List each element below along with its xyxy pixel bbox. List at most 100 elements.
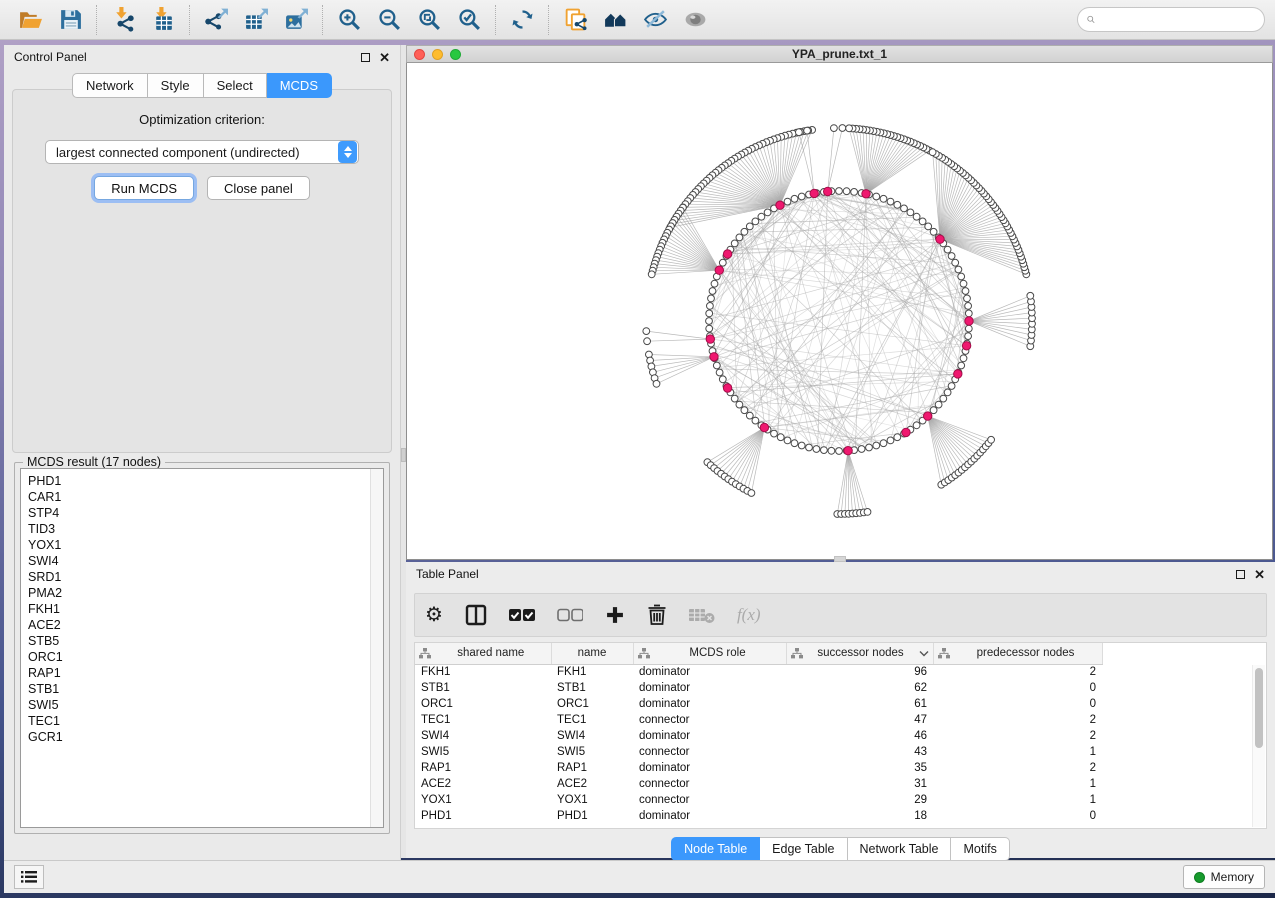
mcds-result-node[interactable]: GCR1: [28, 729, 370, 745]
table-scrollbar-thumb[interactable]: [1255, 668, 1263, 748]
network-titlebar[interactable]: YPA_prune.txt_1: [406, 45, 1273, 63]
table-row[interactable]: STB1STB1dominator620: [415, 680, 1260, 696]
mcds-hub-node[interactable]: [715, 266, 723, 274]
run-mcds-button[interactable]: Run MCDS: [94, 176, 194, 200]
tab-mcds[interactable]: MCDS: [267, 73, 332, 98]
refresh-view-button[interactable]: [502, 3, 542, 37]
table-row[interactable]: ORC1ORC1dominator610: [415, 696, 1260, 712]
mcds-hub-node[interactable]: [902, 428, 910, 436]
tab-style[interactable]: Style: [148, 73, 204, 98]
import-network-button[interactable]: [103, 3, 143, 37]
show-hidden-button[interactable]: [675, 3, 715, 37]
zoom-fit-button[interactable]: [409, 3, 449, 37]
delete-entry-icon[interactable]: [647, 604, 667, 626]
mcds-result-node[interactable]: PMA2: [28, 585, 370, 601]
show-columns-icon[interactable]: [465, 604, 487, 626]
mcds-result-node[interactable]: CAR1: [28, 489, 370, 505]
mcds-result-node[interactable]: YOX1: [28, 537, 370, 553]
hide-selected-button[interactable]: [635, 3, 675, 37]
tab-edge-table[interactable]: Edge Table: [760, 837, 847, 861]
first-neighbors-button[interactable]: [595, 3, 635, 37]
column-header-predecessor-nodes[interactable]: predecessor nodes: [933, 643, 1102, 664]
duplicate-view-button[interactable]: [555, 3, 595, 37]
column-header-successor-nodes[interactable]: successor nodes: [786, 643, 933, 664]
tab-motifs[interactable]: Motifs: [951, 837, 1009, 861]
table-row[interactable]: TEC1TEC1connector472: [415, 712, 1260, 728]
zoom-selected-button[interactable]: [449, 3, 489, 37]
float-panel-icon[interactable]: [361, 53, 370, 62]
mcds-hub-node[interactable]: [862, 190, 870, 198]
mcds-result-node[interactable]: SWI5: [28, 697, 370, 713]
mcds-hub-node[interactable]: [824, 187, 832, 195]
mcds-hub-node[interactable]: [710, 353, 718, 361]
mcds-result-node[interactable]: ACE2: [28, 617, 370, 633]
mcds-result-node[interactable]: STP4: [28, 505, 370, 521]
mcds-hub-node[interactable]: [924, 412, 932, 420]
mcds-hub-node[interactable]: [810, 189, 818, 197]
mcds-hub-node[interactable]: [723, 384, 731, 392]
mcds-result-node[interactable]: STB5: [28, 633, 370, 649]
deselect-all-icon[interactable]: [557, 608, 583, 622]
mcds-result-node[interactable]: FKH1: [28, 601, 370, 617]
optimization-criterion-select[interactable]: largest connected component (undirected): [45, 140, 359, 164]
mcds-result-list[interactable]: PHD1CAR1STP4TID3YOX1SWI4SRD1PMA2FKH1ACE2…: [20, 468, 384, 828]
open-session-button[interactable]: [10, 3, 50, 37]
mcds-hub-node[interactable]: [844, 447, 852, 455]
table-row[interactable]: RAP1RAP1dominator352: [415, 760, 1260, 776]
add-entry-icon[interactable]: [605, 605, 625, 625]
tab-node-table[interactable]: Node Table: [671, 837, 760, 861]
float-table-panel-icon[interactable]: [1236, 570, 1245, 579]
close-table-panel-icon[interactable]: ✕: [1254, 568, 1265, 581]
export-table-button[interactable]: [236, 3, 276, 37]
mcds-hub-node[interactable]: [760, 423, 768, 431]
select-all-icon[interactable]: [509, 608, 535, 622]
table-row[interactable]: PHD1PHD1dominator180: [415, 808, 1260, 824]
mcds-hub-node[interactable]: [776, 201, 784, 209]
export-image-button[interactable]: [276, 3, 316, 37]
table-row[interactable]: SWI4SWI4dominator462: [415, 728, 1260, 744]
mcds-result-node[interactable]: SWI4: [28, 553, 370, 569]
mcds-result-node[interactable]: SRD1: [28, 569, 370, 585]
export-network-button[interactable]: [196, 3, 236, 37]
mcds-hub-node[interactable]: [965, 317, 973, 325]
task-history-button[interactable]: [14, 865, 44, 889]
mcds-result-node[interactable]: TID3: [28, 521, 370, 537]
zoom-in-button[interactable]: [329, 3, 369, 37]
settings-gear-icon[interactable]: ⚙: [425, 605, 443, 625]
mcds-result-node[interactable]: PHD1: [28, 473, 370, 489]
close-panel-button[interactable]: Close panel: [207, 176, 310, 200]
tab-select[interactable]: Select: [204, 73, 267, 98]
memory-button[interactable]: Memory: [1183, 865, 1265, 889]
column-header-name[interactable]: name: [551, 643, 633, 664]
table-row[interactable]: FKH1FKH1dominator962: [415, 664, 1260, 680]
search-box[interactable]: [1077, 7, 1265, 32]
mcds-hub-node[interactable]: [954, 370, 962, 378]
mcds-result-node[interactable]: TEC1: [28, 713, 370, 729]
network-canvas[interactable]: [406, 63, 1273, 560]
cell-successor_nodes: 43: [786, 744, 933, 760]
mcds-result-node[interactable]: RAP1: [28, 665, 370, 681]
zoom-window-traffic-light[interactable]: [450, 49, 461, 60]
import-table-button[interactable]: [143, 3, 183, 37]
column-header-mcds-role[interactable]: MCDS role: [633, 643, 786, 664]
table-scrollbar[interactable]: [1252, 665, 1265, 827]
table-row[interactable]: ACE2ACE2connector311: [415, 776, 1260, 792]
mcds-hub-node[interactable]: [962, 342, 970, 350]
save-session-button[interactable]: [50, 3, 90, 37]
tab-network[interactable]: Network: [72, 73, 148, 98]
mcds-hub-node[interactable]: [723, 250, 731, 258]
search-input[interactable]: [1100, 13, 1255, 27]
minimize-window-traffic-light[interactable]: [432, 49, 443, 60]
mcds-hub-node[interactable]: [706, 335, 714, 343]
close-panel-icon[interactable]: ✕: [379, 51, 390, 64]
column-header-shared-name[interactable]: shared name: [415, 643, 551, 664]
mcds-hub-node[interactable]: [936, 235, 944, 243]
mcds-result-scrollbar[interactable]: [370, 469, 383, 827]
tab-network-table[interactable]: Network Table: [848, 837, 952, 861]
table-row[interactable]: SWI5SWI5connector431: [415, 744, 1260, 760]
mcds-result-node[interactable]: ORC1: [28, 649, 370, 665]
mcds-result-node[interactable]: STB1: [28, 681, 370, 697]
table-row[interactable]: YOX1YOX1connector291: [415, 792, 1260, 808]
close-window-traffic-light[interactable]: [414, 49, 425, 60]
zoom-out-button[interactable]: [369, 3, 409, 37]
